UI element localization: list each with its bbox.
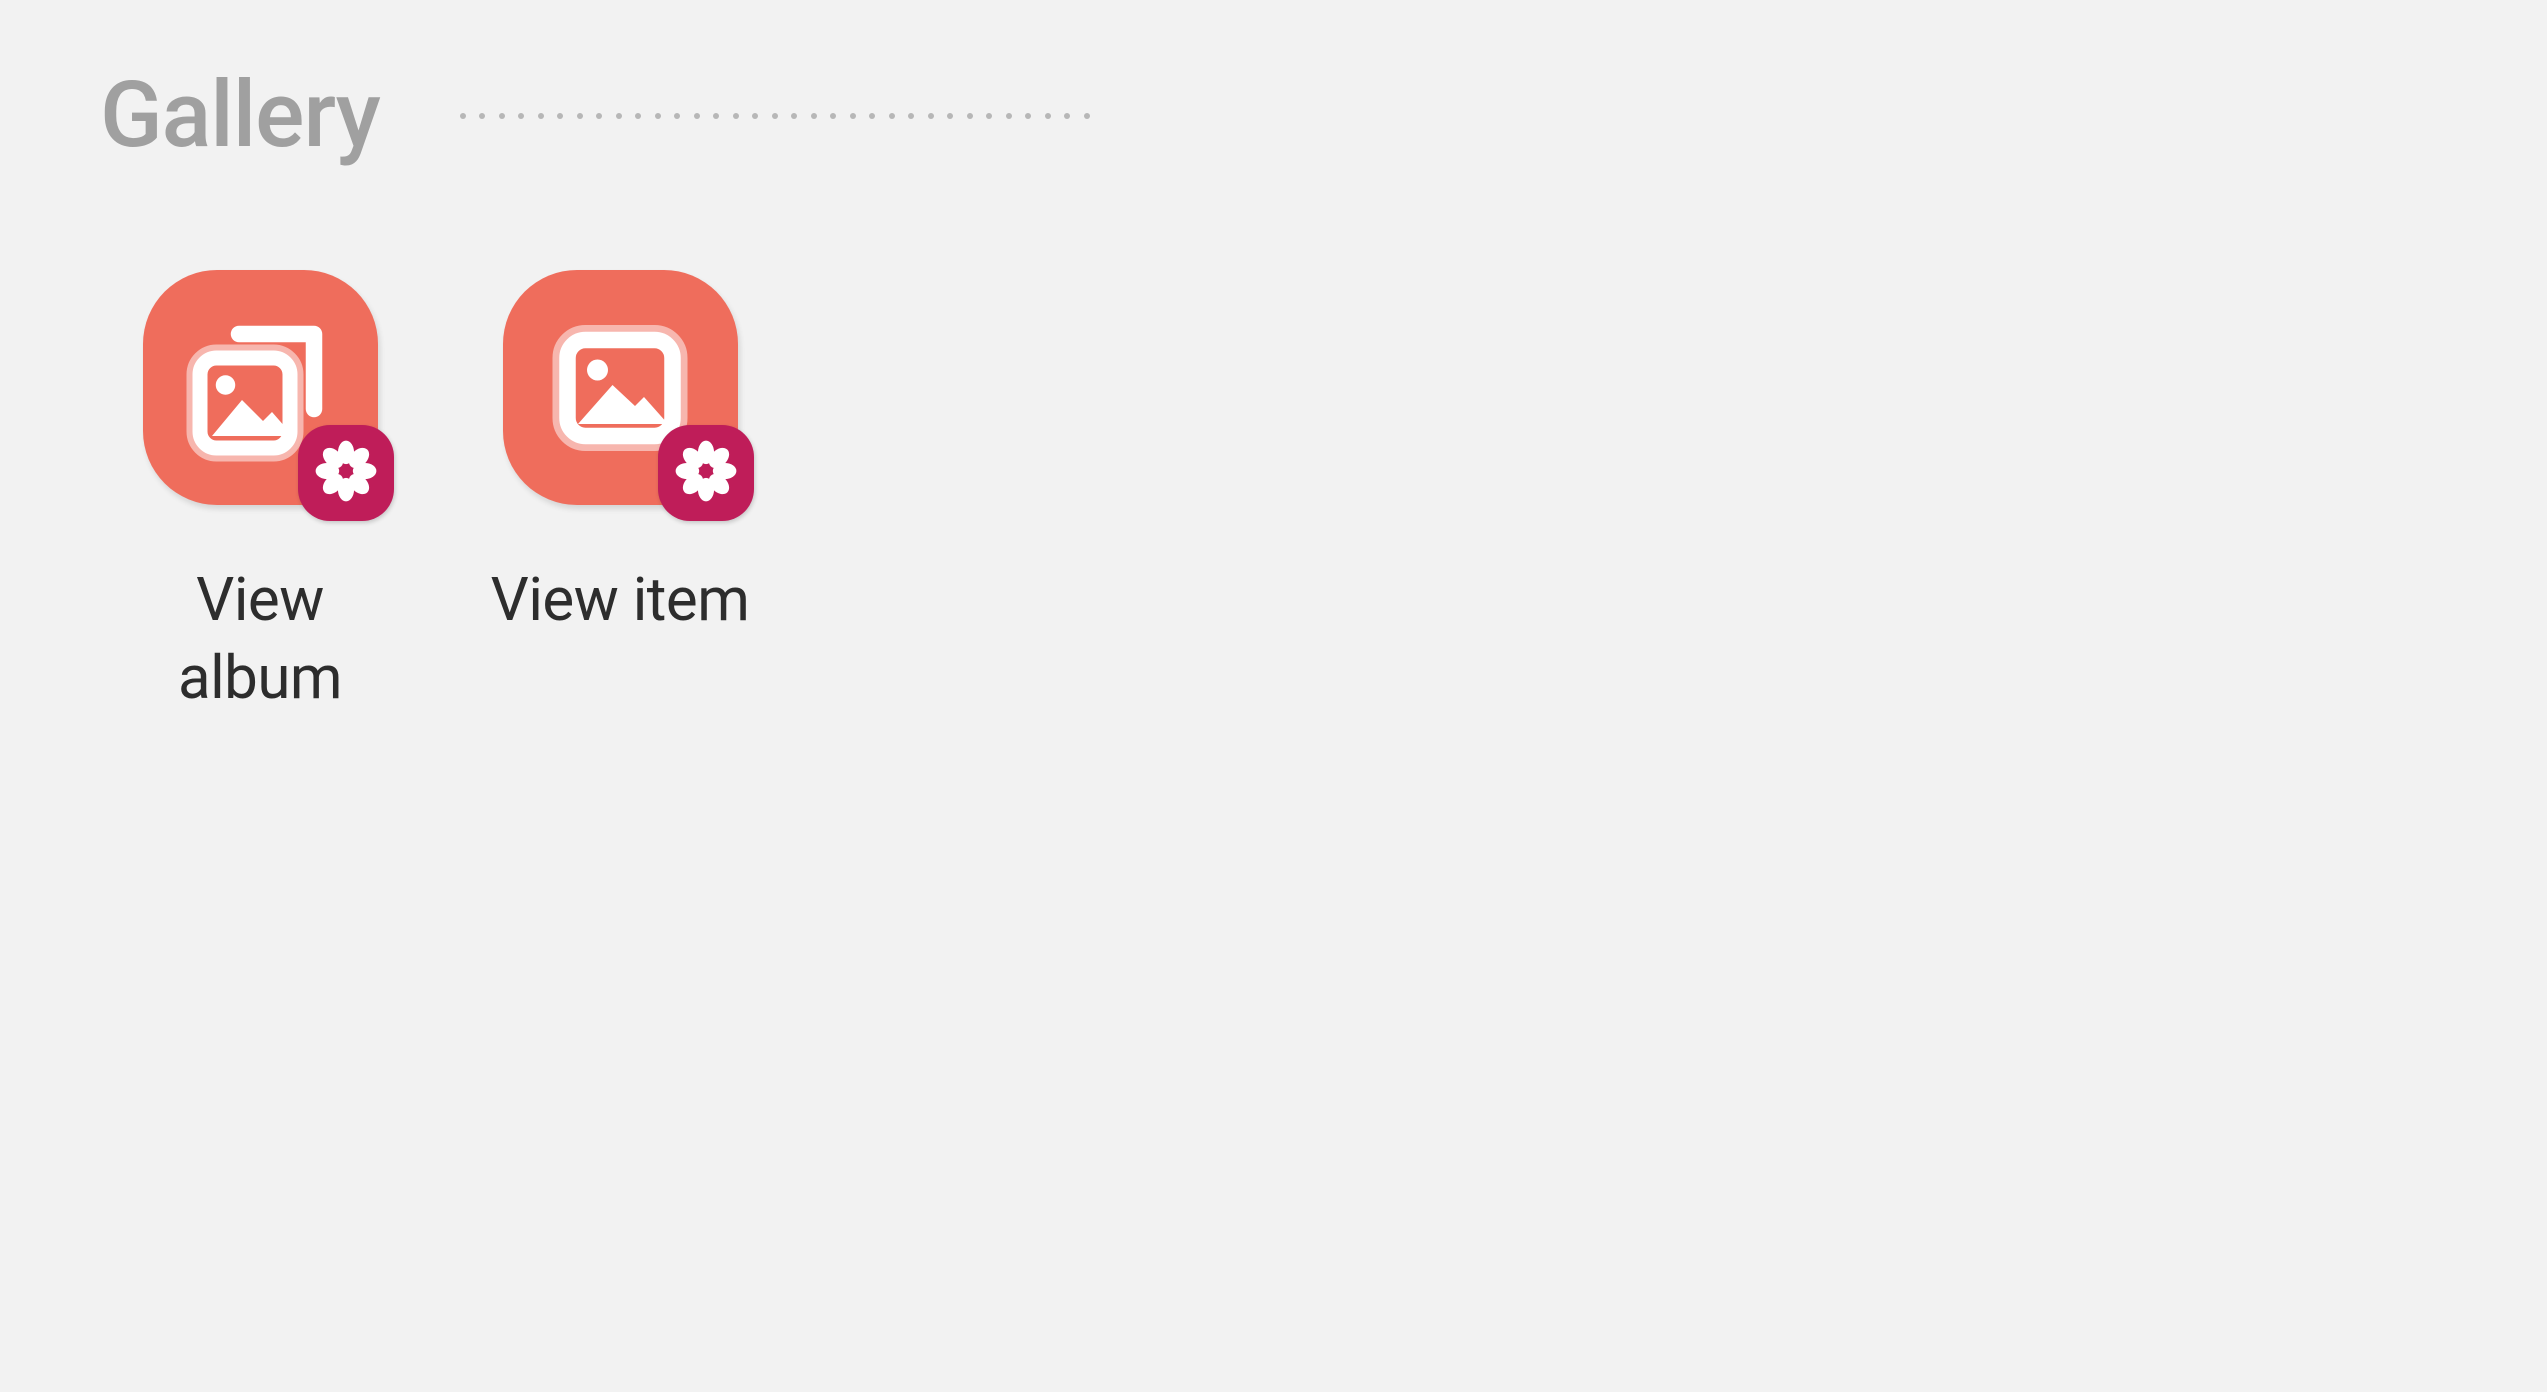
section-header: Gallery: [100, 62, 1103, 169]
gallery-badge: [658, 425, 754, 521]
shortcut-view-album[interactable]: View album: [80, 270, 440, 717]
section-title: Gallery: [100, 62, 380, 169]
icon-wrap: [143, 270, 378, 505]
flower-icon: [315, 440, 377, 506]
icon-wrap: [503, 270, 738, 505]
shortcut-view-item[interactable]: View item: [440, 270, 800, 717]
shortcut-row: View album: [80, 270, 800, 717]
flower-icon: [675, 440, 737, 506]
shortcut-label: View album: [120, 561, 400, 717]
gallery-badge: [298, 425, 394, 521]
gallery-shortcut-panel: Gallery: [0, 0, 2547, 1392]
dotted-divider: [460, 113, 1104, 119]
shortcut-label: View item: [491, 561, 750, 639]
